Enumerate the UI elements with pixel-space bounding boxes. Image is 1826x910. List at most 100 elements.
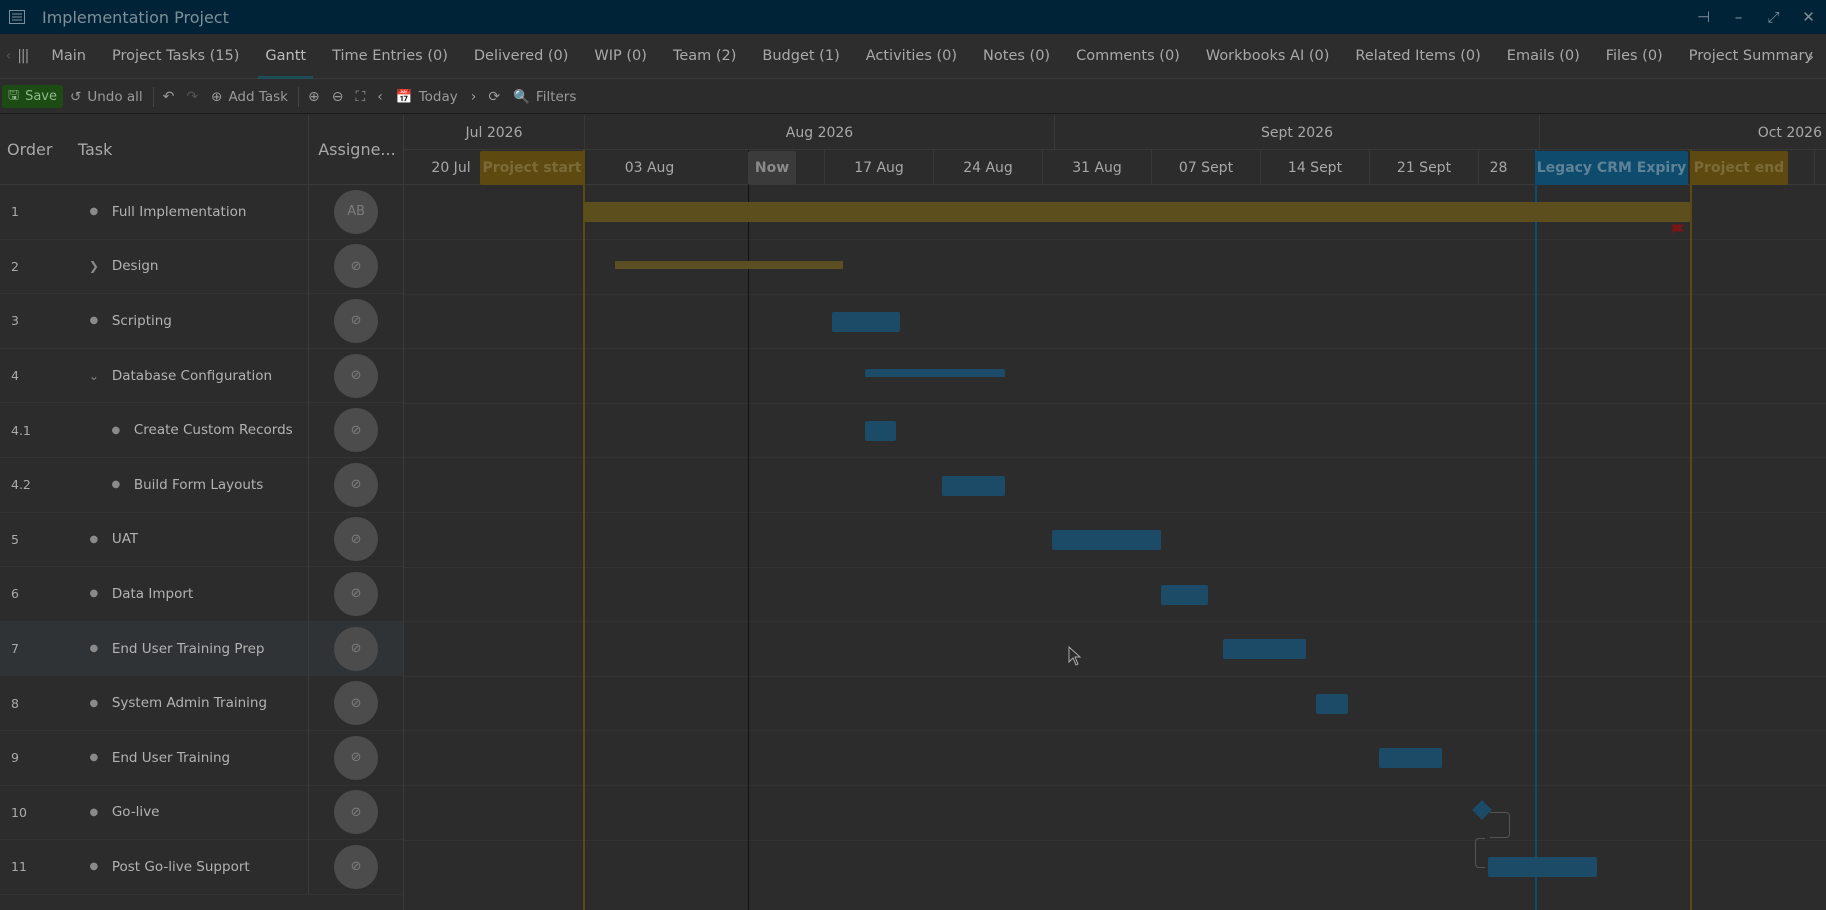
table-row[interactable]: 6 ● Data Import ⊘ bbox=[0, 566, 403, 622]
gantt-chart[interactable]: Jul 2026 Aug 2026 Sept 2026 Oct 2026 20 … bbox=[404, 115, 1826, 910]
task-name: Data Import bbox=[111, 585, 194, 602]
tab-scroll-right-icon[interactable]: › bbox=[1796, 47, 1826, 66]
task-bar-database-configuration[interactable] bbox=[865, 369, 1005, 377]
tab-team[interactable]: Team (2) bbox=[660, 34, 749, 79]
row-divider bbox=[404, 567, 1826, 568]
today-button[interactable]: 📅 Today bbox=[389, 80, 465, 114]
add-task-button[interactable]: ⊕ Add Task bbox=[204, 80, 295, 114]
task-bar-system-admin-training[interactable] bbox=[1316, 694, 1348, 714]
tab-delivered[interactable]: Delivered (0) bbox=[461, 34, 582, 79]
table-row[interactable]: 5 ● UAT ⊘ bbox=[0, 512, 403, 568]
week-label: 31 Aug bbox=[1042, 150, 1151, 185]
unassigned-user-icon[interactable]: ⊘ bbox=[334, 790, 379, 835]
tab-activities[interactable]: Activities (0) bbox=[853, 34, 970, 79]
tab-time-entries[interactable]: Time Entries (0) bbox=[319, 34, 461, 79]
now-marker[interactable]: Now bbox=[748, 151, 796, 185]
chevron-right-icon[interactable]: ❯ bbox=[84, 259, 104, 273]
next-icon[interactable]: › bbox=[465, 80, 483, 114]
tab-menu-icon[interactable]: ||| bbox=[17, 48, 29, 64]
filters-label: Filters bbox=[535, 88, 577, 105]
column-header-order[interactable]: Order bbox=[0, 140, 72, 159]
table-row[interactable]: 4 ⌄ Database Configuration ⊘ bbox=[0, 348, 403, 404]
task-bar-full-implementation[interactable] bbox=[584, 202, 1690, 222]
tab-comments[interactable]: Comments (0) bbox=[1063, 34, 1193, 79]
task-bar-build-form-layouts[interactable] bbox=[942, 476, 1005, 496]
filters-button[interactable]: 🔍 Filters bbox=[506, 80, 583, 114]
month-label: Oct 2026 bbox=[1539, 115, 1826, 150]
tab-gantt[interactable]: Gantt bbox=[252, 34, 319, 79]
column-header-assignee[interactable]: Assigne... bbox=[308, 114, 403, 185]
bullet-icon: ● bbox=[89, 315, 99, 327]
tab-bar: ‹ ||| Main Project Tasks (15) Gantt Time… bbox=[0, 34, 1826, 79]
tab-notes[interactable]: Notes (0) bbox=[970, 34, 1063, 79]
unassigned-user-icon[interactable]: ⊘ bbox=[334, 681, 379, 726]
project-start-marker[interactable]: Project start bbox=[480, 151, 584, 185]
table-row[interactable]: 3 ● Scripting ⊘ bbox=[0, 293, 403, 349]
save-button[interactable]: 🖫 Save bbox=[2, 85, 63, 108]
tab-files[interactable]: Files (0) bbox=[1593, 34, 1676, 79]
redo-icon[interactable]: ↷ bbox=[180, 80, 204, 114]
tab-budget[interactable]: Budget (1) bbox=[749, 34, 852, 79]
close-icon[interactable]: ✕ bbox=[1791, 0, 1826, 34]
unassigned-user-icon[interactable]: ⊘ bbox=[334, 571, 379, 616]
tab-wip[interactable]: WIP (0) bbox=[581, 34, 660, 79]
task-bar-post-go-live-support[interactable] bbox=[1488, 857, 1597, 877]
unassigned-user-icon[interactable]: ⊘ bbox=[334, 626, 379, 671]
gantt-toolbar: 🖫 Save ↺ Undo all ↶ ↷ ⊕ Add Task ⊕ ⊖ ⛶ ‹… bbox=[0, 80, 1826, 114]
undo-all-icon: ↺ bbox=[70, 88, 82, 105]
task-bar-scripting[interactable] bbox=[832, 312, 900, 332]
undo-icon[interactable]: ↶ bbox=[157, 80, 181, 114]
task-bar-data-import[interactable] bbox=[1161, 585, 1208, 605]
week-label: 03 Aug bbox=[584, 150, 714, 185]
tab-related-items[interactable]: Related Items (0) bbox=[1342, 34, 1493, 79]
restore-icon[interactable]: ⤢ bbox=[1756, 0, 1791, 34]
chevron-down-icon[interactable]: ⌄ bbox=[84, 369, 104, 383]
tab-project-tasks[interactable]: Project Tasks (15) bbox=[99, 34, 252, 79]
table-row[interactable]: 11 ● Post Go-live Support ⊘ bbox=[0, 839, 403, 895]
table-row[interactable]: 9 ● End User Training ⊘ bbox=[0, 730, 403, 786]
zoom-in-icon[interactable]: ⊕ bbox=[302, 80, 326, 114]
unassigned-user-icon[interactable]: ⊘ bbox=[334, 517, 379, 562]
unassigned-user-icon[interactable]: ⊘ bbox=[334, 353, 379, 398]
previous-icon[interactable]: ‹ bbox=[371, 80, 389, 114]
table-row[interactable]: 4.2 ● Build Form Layouts ⊘ bbox=[0, 457, 403, 513]
minimize-icon[interactable]: – bbox=[1721, 0, 1756, 34]
task-bar-uat[interactable] bbox=[1052, 530, 1161, 550]
undo-all-button[interactable]: ↺ Undo all bbox=[63, 80, 150, 114]
zoom-to-fit-icon[interactable]: ⛶ bbox=[349, 80, 371, 114]
tab-workbooks-ai[interactable]: Workbooks AI (0) bbox=[1193, 34, 1343, 79]
refresh-icon[interactable]: ⟳ bbox=[482, 80, 506, 114]
table-row[interactable]: 8 ● System Admin Training ⊘ bbox=[0, 675, 403, 731]
zoom-out-icon[interactable]: ⊖ bbox=[326, 80, 350, 114]
dependency-link bbox=[1490, 812, 1510, 838]
table-row[interactable]: 10 ● Go-live ⊘ bbox=[0, 785, 403, 841]
task-bar-create-custom-records[interactable] bbox=[865, 421, 896, 441]
legacy-crm-expiry-marker[interactable]: Legacy CRM Expiry bbox=[1535, 151, 1688, 185]
table-row[interactable]: 2 ❯ Design ⊘ bbox=[0, 239, 403, 295]
bullet-icon: ● bbox=[89, 588, 99, 600]
table-row[interactable]: 4.1 ● Create Custom Records ⊘ bbox=[0, 402, 403, 458]
pin-icon[interactable]: ⊣ bbox=[1686, 0, 1721, 34]
bullet-icon: ● bbox=[89, 752, 99, 764]
task-bar-end-user-training-prep[interactable] bbox=[1223, 639, 1306, 659]
avatar[interactable]: AB bbox=[334, 189, 379, 234]
table-row[interactable]: 1 ● Full Implementation AB bbox=[0, 184, 403, 240]
task-bar-design[interactable] bbox=[615, 261, 843, 269]
table-row[interactable]: 7 ● End User Training Prep ⊘ bbox=[0, 621, 403, 677]
list-icon[interactable] bbox=[2, 0, 32, 34]
task-bar-end-user-training[interactable] bbox=[1379, 748, 1442, 768]
column-header-task[interactable]: Task bbox=[72, 140, 308, 159]
tab-scroll-left-icon[interactable]: ‹ bbox=[0, 48, 17, 64]
project-end-marker[interactable]: Project end bbox=[1690, 151, 1788, 185]
unassigned-user-icon[interactable]: ⊘ bbox=[334, 408, 379, 453]
unassigned-user-icon[interactable]: ⊘ bbox=[334, 244, 379, 289]
week-divider bbox=[1814, 150, 1826, 185]
unassigned-user-icon[interactable]: ⊘ bbox=[334, 735, 379, 780]
order-cell: 2 bbox=[11, 258, 19, 274]
milestone-go-live[interactable] bbox=[1472, 800, 1492, 820]
unassigned-user-icon[interactable]: ⊘ bbox=[334, 462, 379, 507]
tab-emails[interactable]: Emails (0) bbox=[1494, 34, 1593, 79]
unassigned-user-icon[interactable]: ⊘ bbox=[334, 298, 379, 343]
tab-main[interactable]: Main bbox=[38, 34, 99, 79]
unassigned-user-icon[interactable]: ⊘ bbox=[334, 844, 379, 889]
